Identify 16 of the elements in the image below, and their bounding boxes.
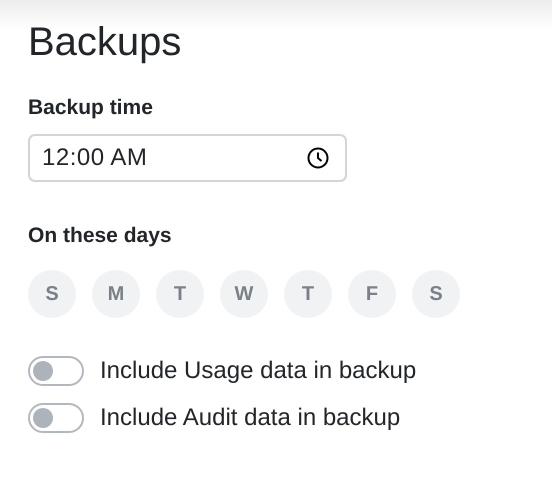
day-toggle[interactable]: W [220,270,268,318]
day-toggle[interactable]: T [156,270,204,318]
day-toggle[interactable]: F [348,270,396,318]
day-toggle[interactable]: S [28,270,76,318]
toggle-label: Include Usage data in backup [100,356,416,386]
clock-icon[interactable] [307,147,329,169]
page-title: Backups [28,19,182,66]
toggle-switch[interactable] [28,403,84,433]
toggle-switch[interactable] [28,356,84,386]
field-label: Backup time [28,95,154,121]
section-label: On these days [28,223,173,249]
day-toggle[interactable]: S [412,270,460,318]
toggle-label: Include Audit data in backup [100,403,400,433]
day-toggle[interactable]: M [92,270,140,318]
day-toggle[interactable]: T [284,270,332,318]
time-field[interactable]: 12:00 AM [28,134,347,182]
